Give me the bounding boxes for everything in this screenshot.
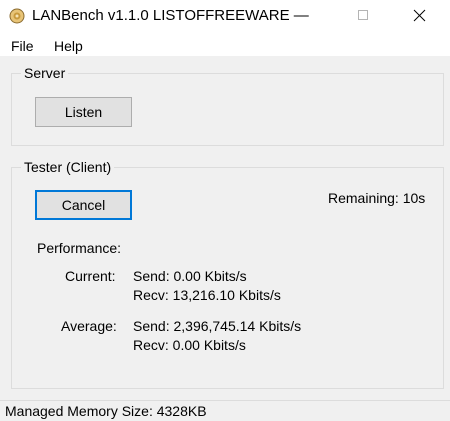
title-bar[interactable]: LANBench v1.1.0 LISTOFFREEWARE —	[0, 0, 450, 32]
tester-group-label: Tester (Client)	[21, 158, 115, 176]
remaining-time: Remaining: 10s	[328, 190, 426, 206]
average-recv-value: Recv: 0.00 Kbits/s	[133, 337, 246, 353]
current-send-value: Send: 0.00 Kbits/s	[133, 268, 247, 284]
server-group-label: Server	[21, 64, 69, 82]
performance-label: Performance:	[37, 240, 122, 256]
window-title: LANBench v1.1.0 LISTOFFREEWARE —	[32, 7, 309, 24]
cancel-button[interactable]: Cancel	[35, 190, 132, 220]
average-send-value: Send: 2,396,745.14 Kbits/s	[133, 318, 302, 334]
menu-bar: File Help	[0, 32, 450, 56]
memory-status: Managed Memory Size: 4328KB	[5, 403, 207, 419]
menu-help[interactable]: Help	[54, 38, 83, 54]
maximize-icon	[358, 10, 368, 20]
menu-file[interactable]: File	[11, 38, 34, 54]
average-label: Average:	[61, 318, 117, 334]
close-icon	[413, 9, 426, 22]
listen-button[interactable]: Listen	[35, 97, 132, 127]
close-button[interactable]	[396, 0, 442, 32]
lanbench-app-icon	[9, 8, 25, 24]
maximize-button[interactable]	[340, 0, 386, 32]
current-label: Current:	[65, 268, 116, 284]
current-recv-value: Recv: 13,216.10 Kbits/s	[133, 287, 281, 303]
status-bar: Managed Memory Size: 4328KB	[0, 400, 450, 421]
